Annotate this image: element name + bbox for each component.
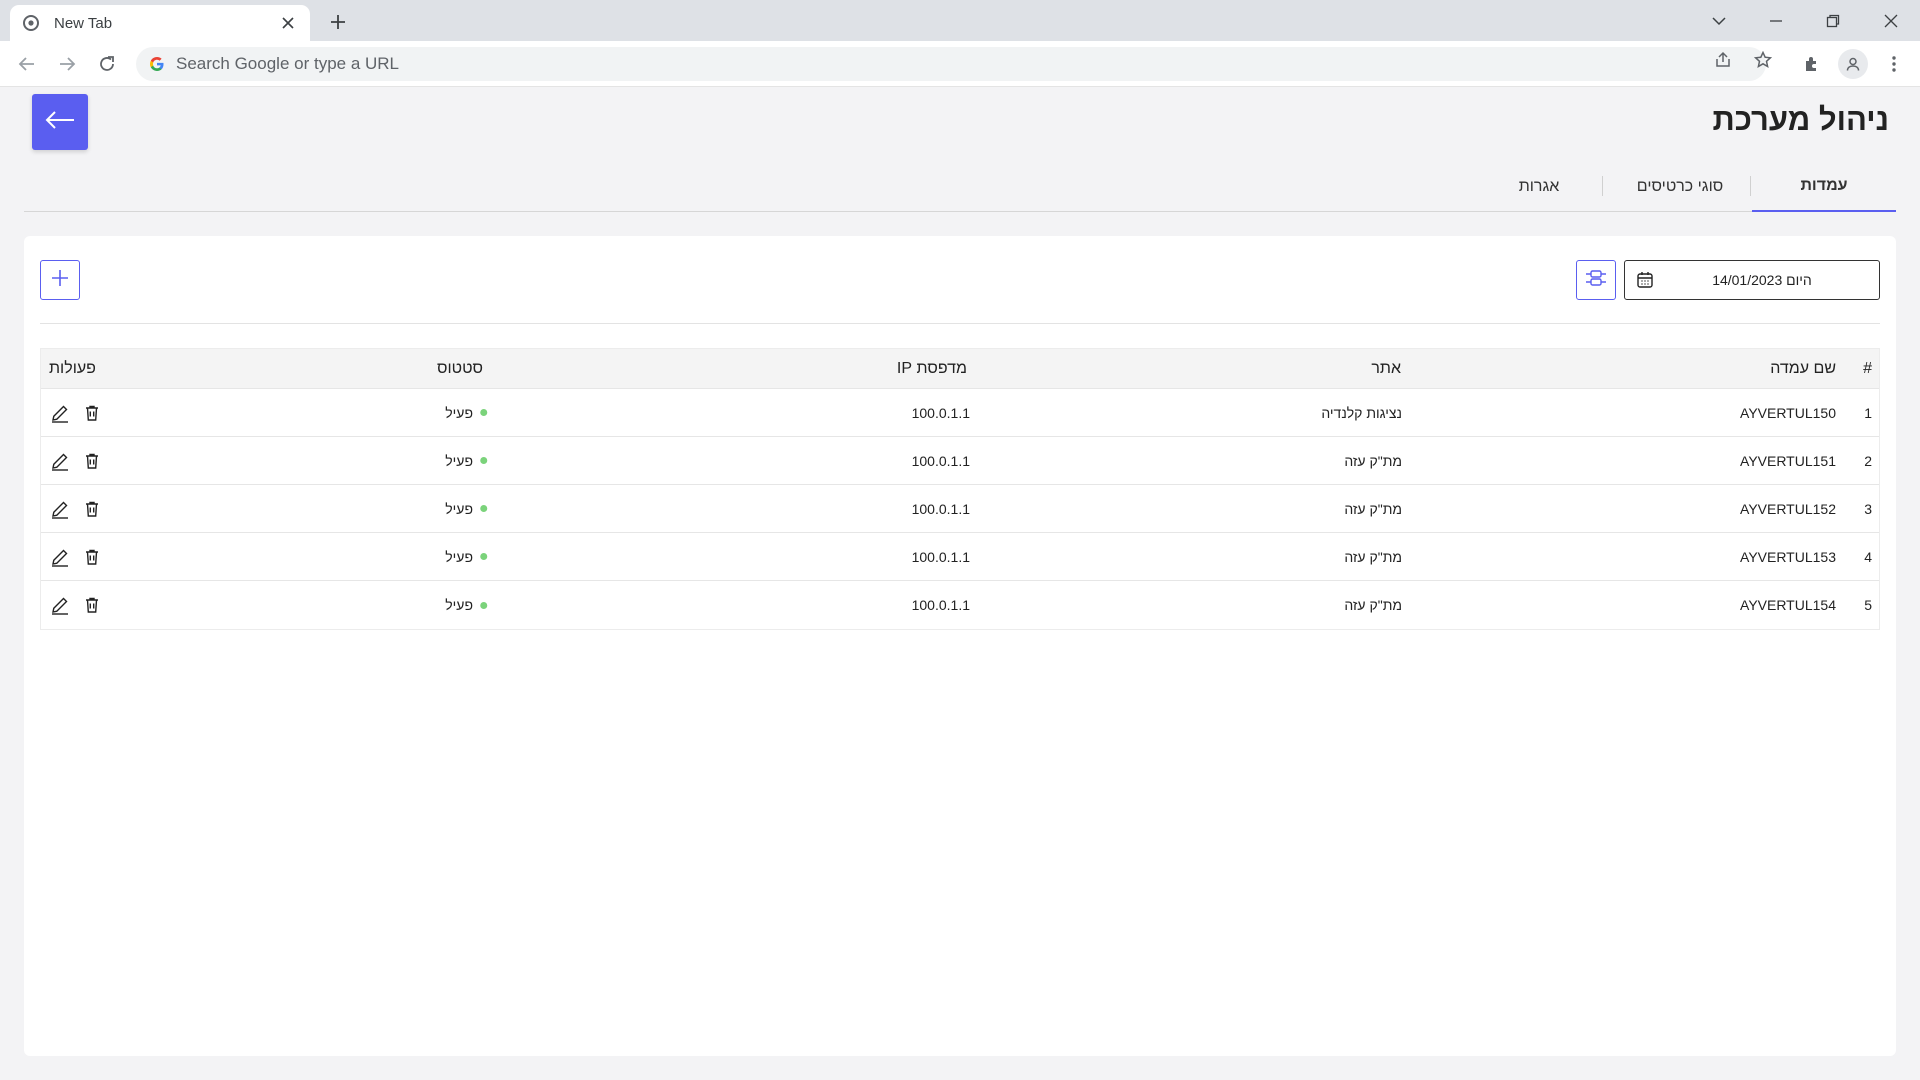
edit-pencil-icon[interactable] — [49, 498, 71, 520]
back-arrow-icon[interactable] — [12, 49, 42, 79]
edit-pencil-icon[interactable] — [49, 402, 71, 424]
site-cell: מת"ק עזה — [1344, 548, 1402, 565]
tab-card-types[interactable]: סוגי כרטיסים — [1614, 162, 1746, 212]
trash-icon[interactable] — [81, 498, 103, 520]
arrow-left-icon — [44, 110, 76, 135]
restore-icon[interactable] — [1818, 6, 1848, 36]
section-tabs: עמדות סוגי כרטיסים אגרות — [24, 162, 1896, 212]
table-row: פעיל 100.0.1.1 מת"ק עזה AYVERTUL151 2 — [41, 437, 1879, 485]
status-cell: פעיל — [445, 501, 487, 517]
index-cell: 4 — [1864, 548, 1872, 565]
station-name-cell: AYVERTUL154 — [1740, 597, 1836, 613]
status-text: פעיל — [445, 404, 473, 421]
status-active-dot-icon — [480, 601, 487, 609]
index-cell: 3 — [1864, 500, 1872, 517]
header-site: אתר — [1371, 359, 1401, 377]
site-cell: נציגות קלנדיה — [1321, 404, 1402, 421]
tab-stations[interactable]: עמדות — [1752, 162, 1896, 212]
status-cell: פעיל — [445, 597, 487, 613]
forward-arrow-icon[interactable] — [52, 49, 82, 79]
header-printer-ip: מדפסת IP — [896, 359, 967, 377]
printer-ip-cell: 100.0.1.1 — [911, 404, 970, 421]
divider — [40, 323, 1880, 324]
table-row: פעיל 100.0.1.1 מת"ק עזה AYVERTUL153 4 — [41, 533, 1879, 581]
page-title: ניהול מערכת — [1712, 102, 1889, 137]
printer-ip-cell: 100.0.1.1 — [911, 597, 970, 613]
back-button[interactable] — [32, 94, 88, 150]
extensions-icon[interactable] — [1797, 49, 1827, 79]
edit-pencil-icon[interactable] — [49, 546, 71, 568]
header-index: # — [1863, 359, 1872, 377]
status-text: פעיל — [445, 452, 473, 469]
bookmark-star-icon[interactable] — [1750, 47, 1776, 73]
printer-ip-cell: 100.0.1.1 — [911, 500, 970, 517]
site-cell: מת"ק עזה — [1344, 597, 1402, 613]
status-cell: פעיל — [445, 453, 487, 469]
chrome-icon — [22, 14, 40, 32]
printer-ip-cell: 100.0.1.1 — [911, 548, 970, 565]
trash-icon[interactable] — [81, 450, 103, 472]
station-name-cell: AYVERTUL150 — [1740, 404, 1836, 421]
status-active-dot-icon — [480, 409, 487, 416]
status-text: פעיל — [445, 500, 473, 517]
browser-tab[interactable]: New Tab — [10, 5, 310, 41]
tab-separator — [1602, 176, 1603, 196]
browser-tab-title: New Tab — [54, 14, 113, 32]
table-header: פעולות סטטוס מדפסת IP אתר שם עמדה # — [41, 349, 1879, 389]
add-station-button[interactable] — [40, 260, 80, 300]
address-bar[interactable]: Search Google or type a URL — [136, 47, 1766, 81]
edit-pencil-icon[interactable] — [49, 594, 71, 616]
address-bar-placeholder: Search Google or type a URL — [176, 54, 400, 73]
share-icon[interactable] — [1710, 47, 1736, 73]
index-cell: 1 — [1864, 404, 1872, 421]
header-status: סטטוס — [436, 359, 483, 377]
google-icon — [148, 55, 166, 73]
browser-toolbar: Search Google or type a URL — [0, 41, 1920, 87]
edit-pencil-icon[interactable] — [49, 450, 71, 472]
index-cell: 2 — [1864, 452, 1872, 469]
reload-icon[interactable] — [92, 49, 122, 79]
station-name-cell: AYVERTUL153 — [1740, 548, 1836, 565]
table-row: פעיל 100.0.1.1 נציגות קלנדיה AYVERTUL150… — [41, 389, 1879, 437]
tab-separator — [1750, 176, 1751, 196]
status-active-dot-icon — [480, 553, 487, 560]
filter-sliders-icon — [1584, 267, 1608, 294]
new-tab-button[interactable] — [324, 8, 352, 36]
date-value: 14/01/2023 היום — [1712, 272, 1812, 288]
tab-fees[interactable]: אגרות — [1484, 162, 1594, 212]
trash-icon[interactable] — [81, 594, 103, 616]
calendar-icon — [1635, 270, 1655, 290]
close-tab-icon[interactable] — [278, 13, 298, 33]
profile-avatar-icon[interactable] — [1838, 49, 1868, 79]
table-row: פעיל 100.0.1.1 מת"ק עזה AYVERTUL152 3 — [41, 485, 1879, 533]
table-row: פעיל 100.0.1.1 מת"ק עזה AYVERTUL154 5 — [41, 581, 1879, 629]
status-active-dot-icon — [480, 505, 487, 512]
status-cell: פעיל — [445, 549, 487, 565]
header-actions: פעולות — [49, 359, 96, 377]
status-active-dot-icon — [480, 457, 487, 464]
date-picker-field[interactable]: 14/01/2023 היום — [1624, 260, 1880, 300]
close-window-icon[interactable] — [1876, 6, 1906, 36]
status-text: פעיל — [445, 548, 473, 565]
stations-card: 14/01/2023 היום פעולות סטטוס מדפסת IP את… — [24, 236, 1896, 1056]
site-cell: מת"ק עזה — [1344, 500, 1402, 517]
stations-table: פעולות סטטוס מדפסת IP אתר שם עמדה # פעיל… — [40, 348, 1880, 630]
plus-icon — [50, 268, 70, 293]
browser-tab-strip: New Tab — [0, 0, 1920, 41]
minimize-icon[interactable] — [1761, 6, 1791, 36]
station-name-cell: AYVERTUL152 — [1740, 500, 1836, 517]
filter-button[interactable] — [1576, 260, 1616, 300]
tab-search-chevron-icon[interactable] — [1704, 6, 1734, 36]
status-cell: פעיל — [445, 405, 487, 421]
header-station-name: שם עמדה — [1770, 359, 1836, 377]
site-cell: מת"ק עזה — [1344, 452, 1402, 469]
station-name-cell: AYVERTUL151 — [1740, 452, 1836, 469]
browser-menu-icon[interactable] — [1879, 49, 1909, 79]
status-text: פעיל — [445, 597, 473, 613]
index-cell: 5 — [1864, 597, 1872, 613]
trash-icon[interactable] — [81, 402, 103, 424]
trash-icon[interactable] — [81, 546, 103, 568]
printer-ip-cell: 100.0.1.1 — [911, 452, 970, 469]
